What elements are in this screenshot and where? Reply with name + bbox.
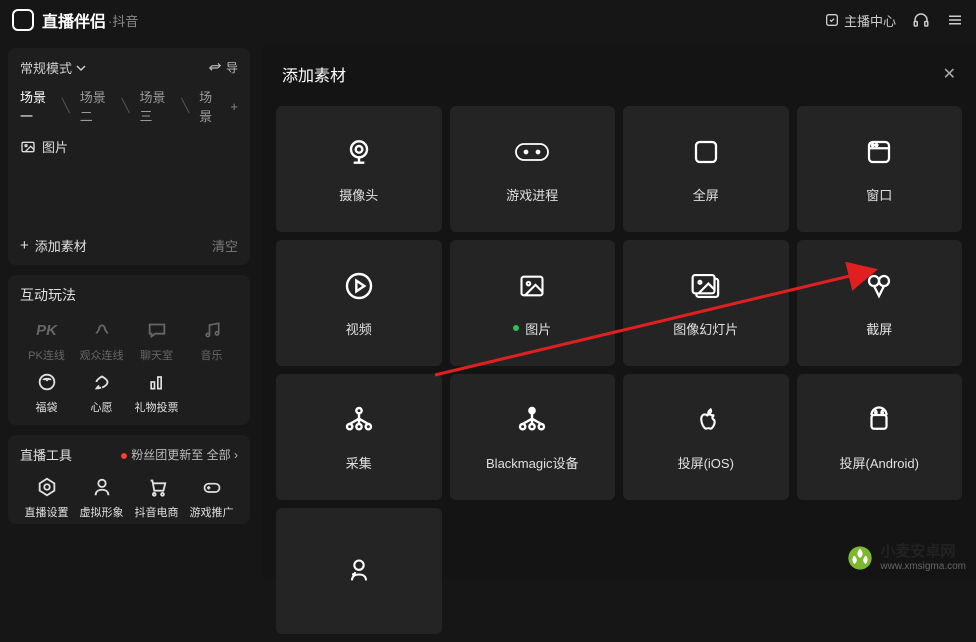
- chevron-down-icon: [76, 63, 86, 73]
- swap-button[interactable]: 导: [208, 59, 238, 76]
- play-card: 互动玩法 PKPK连线 观众连线 聊天室 音乐 福袋 心愿 礼物投票: [8, 275, 250, 425]
- mode-selector[interactable]: 常规模式: [20, 58, 86, 77]
- src-android[interactable]: 投屏(Android): [797, 374, 963, 500]
- tool-avatar[interactable]: 虚拟形象: [75, 474, 128, 520]
- src-slideshow[interactable]: 图像幻灯片: [623, 240, 789, 366]
- topbar: 直播伴侣 ·抖音 主播中心: [0, 0, 976, 40]
- play-audience[interactable]: 观众连线: [75, 317, 128, 363]
- watermark: 小麦安卓网 www.xmsigma.com: [846, 544, 966, 572]
- src-game[interactable]: 游戏进程: [450, 106, 616, 232]
- play-title: 互动玩法: [20, 285, 238, 305]
- src-image[interactable]: 图片: [450, 240, 616, 366]
- sidebar: 常规模式 导 场景一╲ 场景二╲ 场景三╲ 场景 + 图片: [0, 40, 258, 578]
- tools-card: 直播工具 粉丝团更新至 全部 › 直播设置 虚拟形象 抖音电商 游戏推广: [8, 435, 250, 524]
- tool-settings[interactable]: 直播设置: [20, 474, 73, 520]
- scene-tab-2[interactable]: 场景二: [80, 87, 112, 125]
- menu-icon[interactable]: [946, 11, 964, 29]
- scene-tabs: 场景一╲ 场景二╲ 场景三╲ 场景 +: [20, 87, 238, 125]
- play-wish[interactable]: 心愿: [75, 369, 128, 415]
- tool-game[interactable]: 游戏推广: [185, 474, 238, 520]
- app-subtitle: ·抖音: [108, 11, 138, 30]
- scene-tab-4[interactable]: 场景: [199, 87, 220, 125]
- play-bag[interactable]: 福袋: [20, 369, 73, 415]
- layer-image[interactable]: 图片: [20, 137, 238, 156]
- tools-note[interactable]: 粉丝团更新至 全部 ›: [121, 446, 238, 463]
- scene-tab-3[interactable]: 场景三: [139, 87, 171, 125]
- add-asset-button[interactable]: +添加素材: [20, 236, 87, 255]
- src-capture[interactable]: 采集: [276, 374, 442, 500]
- src-extra[interactable]: [276, 508, 442, 634]
- play-vote[interactable]: 礼物投票: [130, 369, 183, 415]
- close-icon[interactable]: ✕: [943, 64, 956, 84]
- src-screenshot[interactable]: 截屏: [797, 240, 963, 366]
- app-title: 直播伴侣: [42, 8, 106, 32]
- image-icon: [20, 139, 36, 155]
- clear-assets[interactable]: 清空: [212, 236, 238, 255]
- src-camera[interactable]: 摄像头: [276, 106, 442, 232]
- modal-title: 添加素材: [282, 62, 346, 86]
- src-video[interactable]: 视频: [276, 240, 442, 366]
- scene-card: 常规模式 导 场景一╲ 场景二╲ 场景三╲ 场景 + 图片: [8, 48, 250, 265]
- app-logo: [12, 9, 34, 31]
- add-source-modal: 添加素材 ✕ 摄像头 游戏进程 全屏 窗口 视频 图片: [262, 46, 976, 578]
- src-window[interactable]: 窗口: [797, 106, 963, 232]
- play-pk[interactable]: PKPK连线: [20, 317, 73, 363]
- src-ios[interactable]: 投屏(iOS): [623, 374, 789, 500]
- tool-shop[interactable]: 抖音电商: [130, 474, 183, 520]
- headset-icon[interactable]: [912, 11, 930, 29]
- src-fullscreen[interactable]: 全屏: [623, 106, 789, 232]
- play-chat[interactable]: 聊天室: [130, 317, 183, 363]
- green-dot: [513, 325, 519, 331]
- src-blackmagic[interactable]: Blackmagic设备: [450, 374, 616, 500]
- host-center-link[interactable]: 主播中心: [824, 11, 896, 30]
- tools-title: 直播工具: [20, 445, 72, 464]
- scene-tab-1[interactable]: 场景一: [20, 87, 52, 125]
- play-music[interactable]: 音乐: [185, 317, 238, 363]
- add-scene[interactable]: +: [230, 99, 238, 114]
